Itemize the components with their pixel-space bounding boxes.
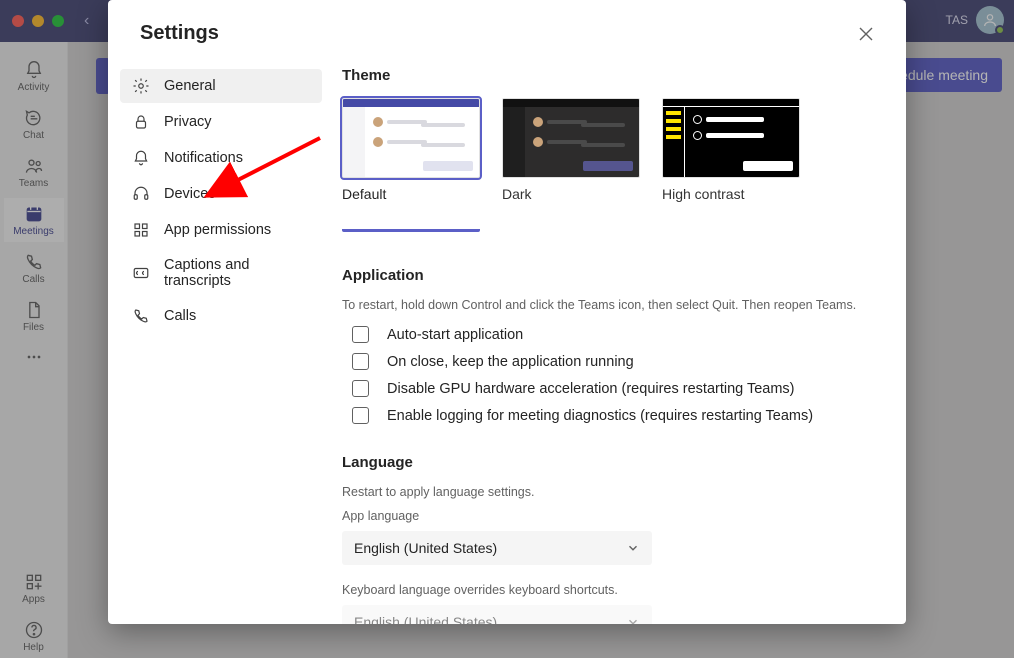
theme-heading: Theme	[342, 67, 878, 84]
dropdown-value: English (United States)	[354, 614, 497, 624]
nav-captions[interactable]: Captions and transcripts	[120, 249, 322, 297]
theme-options: Default Dark	[342, 98, 878, 233]
headset-icon	[132, 185, 150, 203]
nav-label: Privacy	[164, 114, 212, 130]
settings-content: Theme Default	[334, 65, 906, 624]
keyboard-language-dropdown[interactable]: English (United States)	[342, 605, 652, 624]
checkbox-keep-running[interactable]: On close, keep the application running	[352, 353, 878, 370]
keyboard-language-label: Keyboard language overrides keyboard sho…	[342, 583, 878, 597]
theme-label: High contrast	[662, 186, 802, 202]
checkbox-icon	[352, 407, 369, 424]
checkbox-icon	[352, 353, 369, 370]
dropdown-value: English (United States)	[354, 540, 497, 556]
theme-dark[interactable]: Dark	[502, 98, 642, 233]
nav-label: Calls	[164, 308, 196, 324]
nav-devices[interactable]: Devices	[120, 177, 322, 211]
nav-label: General	[164, 78, 216, 94]
language-heading: Language	[342, 454, 878, 471]
nav-privacy[interactable]: Privacy	[120, 105, 322, 139]
theme-default[interactable]: Default	[342, 98, 482, 233]
phone-icon	[132, 307, 150, 325]
application-hint: To restart, hold down Control and click …	[342, 298, 878, 312]
gear-icon	[132, 77, 150, 95]
checkbox-logging[interactable]: Enable logging for meeting diagnostics (…	[352, 407, 878, 424]
settings-nav: General Privacy Notifications Devices Ap…	[108, 65, 334, 624]
checkbox-label: Auto-start application	[387, 327, 523, 343]
dialog-header: Settings	[108, 0, 906, 65]
checkbox-label: Disable GPU hardware acceleration (requi…	[387, 381, 795, 397]
checkbox-icon	[352, 380, 369, 397]
captions-icon	[132, 264, 150, 282]
lock-icon	[132, 113, 150, 131]
checkbox-autostart[interactable]: Auto-start application	[352, 326, 878, 343]
language-hint: Restart to apply language settings.	[342, 485, 878, 499]
nav-label: App permissions	[164, 222, 271, 238]
nav-label: Devices	[164, 186, 216, 202]
dialog-title: Settings	[140, 22, 219, 45]
nav-calls[interactable]: Calls	[120, 299, 322, 333]
theme-high-contrast[interactable]: High contrast	[662, 98, 802, 233]
checkbox-label: On close, keep the application running	[387, 354, 634, 370]
theme-label: Default	[342, 186, 482, 202]
checkbox-label: Enable logging for meeting diagnostics (…	[387, 408, 813, 424]
app-language-dropdown[interactable]: English (United States)	[342, 531, 652, 565]
nav-app-permissions[interactable]: App permissions	[120, 213, 322, 247]
settings-dialog: Settings General Privacy Notifications D…	[108, 0, 906, 624]
bell-icon	[132, 149, 150, 167]
grid-icon	[132, 221, 150, 239]
theme-label: Dark	[502, 186, 642, 202]
nav-notifications[interactable]: Notifications	[120, 141, 322, 175]
chevron-down-icon	[626, 541, 640, 555]
checkbox-disable-gpu[interactable]: Disable GPU hardware acceleration (requi…	[352, 380, 878, 397]
theme-preview	[662, 98, 800, 178]
nav-general[interactable]: General	[120, 69, 322, 103]
application-heading: Application	[342, 267, 878, 284]
theme-preview	[502, 98, 640, 178]
nav-label: Captions and transcripts	[164, 257, 310, 289]
checkbox-icon	[352, 326, 369, 343]
theme-preview	[342, 98, 480, 178]
chevron-down-icon	[626, 615, 640, 624]
close-icon[interactable]	[858, 26, 874, 42]
nav-label: Notifications	[164, 150, 243, 166]
app-language-label: App language	[342, 509, 878, 523]
